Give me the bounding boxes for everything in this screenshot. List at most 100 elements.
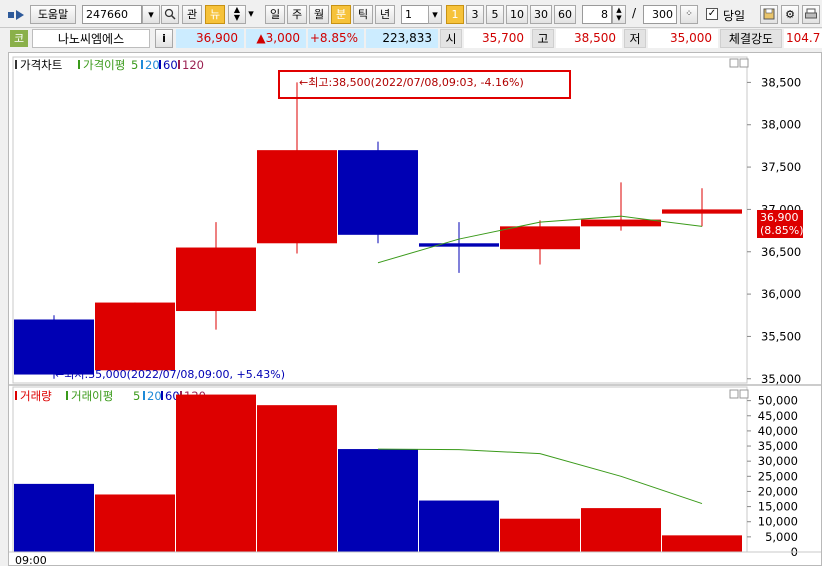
price-legend-ma5: 5 xyxy=(131,58,138,72)
grid-settings-button[interactable]: ⁘ xyxy=(680,5,698,24)
current-price: 36,900 xyxy=(176,29,244,48)
high-label: 고 xyxy=(532,29,554,48)
candle-body xyxy=(14,319,94,375)
interval-10-button[interactable]: 10 xyxy=(506,5,528,24)
count-input[interactable]: 8 xyxy=(582,5,612,24)
search-button[interactable] xyxy=(161,5,179,24)
volume-tick-label: 45,000 xyxy=(758,409,798,423)
low-value: 35,000 xyxy=(648,29,718,48)
interval-dropdown-button[interactable]: ▾ xyxy=(428,5,442,24)
max-count-input[interactable]: 300 xyxy=(643,5,677,24)
close-icon[interactable] xyxy=(739,58,749,68)
save-button[interactable] xyxy=(760,5,778,24)
chevron-down-icon: ▾ xyxy=(148,8,154,21)
market-badge: 코 xyxy=(10,30,28,47)
code-dropdown-button[interactable]: ▾ xyxy=(142,5,160,24)
count-separator: / xyxy=(632,6,637,20)
candle-body xyxy=(95,302,175,371)
print-button[interactable] xyxy=(802,5,820,24)
volume-bar xyxy=(419,500,499,552)
interval-30-button[interactable]: 30 xyxy=(530,5,552,24)
price-tick-label: 36,000 xyxy=(761,287,801,301)
low-annotation: ←최저:35,000(2022/07/08,09:00, +5.43%) xyxy=(55,368,285,381)
volume-legend-title: 거래량 xyxy=(20,389,52,403)
search-icon xyxy=(164,8,176,20)
interval-3-button[interactable]: 3 xyxy=(466,5,484,24)
tab-period-day[interactable]: 일 xyxy=(265,5,285,24)
volume-tick-label: 40,000 xyxy=(758,424,798,438)
stock-code-input[interactable]: 247660 xyxy=(82,5,142,24)
price-legend-title: 가격차트 xyxy=(20,58,62,72)
price-legend-ma60: 60 xyxy=(163,58,178,72)
volume-value: 223,833 xyxy=(366,29,438,48)
minimize-icon[interactable] xyxy=(729,58,739,68)
volume-tick-label: 5,000 xyxy=(765,530,798,544)
stepper-dropdown[interactable]: ▾ xyxy=(246,5,256,24)
same-day-checkbox[interactable]: ✓ xyxy=(706,8,718,20)
toolbar-top: 도움말 247660 ▾ 관 뉴 ▲ ▼ ▾ 일 주 월 분 틱 년 1 ▾ 1 … xyxy=(0,0,822,28)
open-value: 35,700 xyxy=(464,29,530,48)
updown-stepper[interactable]: ▲ ▼ xyxy=(228,5,246,24)
price-legend-ma-label: 가격이평 xyxy=(83,58,125,72)
volume-tick-label: 30,000 xyxy=(758,454,798,468)
volume-bar xyxy=(662,535,742,552)
price-tick-label: 38,500 xyxy=(761,75,801,89)
volume-bar xyxy=(257,405,337,552)
close-icon[interactable] xyxy=(739,389,749,399)
volume-legend-ma20: 20 xyxy=(147,389,162,403)
help-button[interactable]: 도움말 xyxy=(30,5,76,24)
tab-period-week[interactable]: 주 xyxy=(287,5,307,24)
interval-select[interactable]: 1 xyxy=(401,5,429,24)
same-day-label: 당일 xyxy=(723,9,746,23)
price-legend-ma20: 20 xyxy=(145,58,160,72)
chart-area[interactable]: 가격차트 가격이평 5 20 60 120 거래량 거래이평 5 20 60 3… xyxy=(8,52,822,566)
open-label: 시 xyxy=(440,29,462,48)
interval-1-button[interactable]: 1 xyxy=(446,5,464,24)
count-stepper[interactable]: ▲ ▼ xyxy=(612,5,626,24)
price-tick-label: 38,000 xyxy=(761,118,801,132)
stock-name[interactable]: 나노씨엠에스 xyxy=(32,29,150,48)
volume-bar xyxy=(581,508,661,552)
tab-period-tick[interactable]: 틱 xyxy=(353,5,373,24)
current-price-tag-line2: (8.85%) xyxy=(760,224,804,237)
gear-button[interactable]: ⚙ xyxy=(781,5,799,24)
gwan-button[interactable]: 관 xyxy=(182,5,202,24)
high-annotation: ←최고:38,500(2022/07/08,09:03, -4.16%) xyxy=(299,76,524,89)
pin-icon[interactable] xyxy=(8,8,28,22)
volume-tick-label: 50,000 xyxy=(758,394,798,408)
candle-body xyxy=(419,243,499,247)
volume-tick-label: 10,000 xyxy=(758,515,798,529)
candle-body xyxy=(257,150,337,244)
volume-y-axis: 50,00045,00040,00035,00030,00025,00020,0… xyxy=(747,394,798,559)
candle-body xyxy=(581,219,661,227)
change-percent: +8.85% xyxy=(308,29,364,48)
print-icon xyxy=(805,8,817,19)
volume-tick-label: 15,000 xyxy=(758,500,798,514)
price-tick-label: 35,000 xyxy=(761,372,801,386)
price-change: ▲3,000 xyxy=(246,29,306,48)
price-tick-label: 35,500 xyxy=(761,329,801,343)
tab-period-minute[interactable]: 분 xyxy=(331,5,351,24)
minimize-icon[interactable] xyxy=(729,389,739,399)
volume-bar xyxy=(338,449,418,552)
volume-tick-label: 20,000 xyxy=(758,484,798,498)
strength-label: 체결강도 xyxy=(720,29,782,48)
price-tick-label: 37,500 xyxy=(761,160,801,174)
high-value: 38,500 xyxy=(556,29,622,48)
volume-bar xyxy=(500,518,580,552)
price-legend-ma120: 120 xyxy=(182,58,204,72)
tab-period-year[interactable]: 년 xyxy=(375,5,395,24)
interval-5-button[interactable]: 5 xyxy=(486,5,504,24)
candle-body xyxy=(176,247,256,312)
interval-60-button[interactable]: 60 xyxy=(554,5,576,24)
info-button[interactable]: i xyxy=(155,29,173,48)
news-button[interactable]: 뉴 xyxy=(205,5,225,24)
candle-body xyxy=(338,150,418,235)
volume-bar xyxy=(95,494,175,552)
candle-body xyxy=(662,209,742,214)
current-price-tag-line1: 36,900 xyxy=(760,211,799,224)
price-tick-label: 36,500 xyxy=(761,245,801,259)
volume-legend-ma-label: 거래이평 xyxy=(71,389,113,403)
x-axis-first-time: 09:00 xyxy=(15,554,47,565)
tab-period-month[interactable]: 월 xyxy=(309,5,329,24)
